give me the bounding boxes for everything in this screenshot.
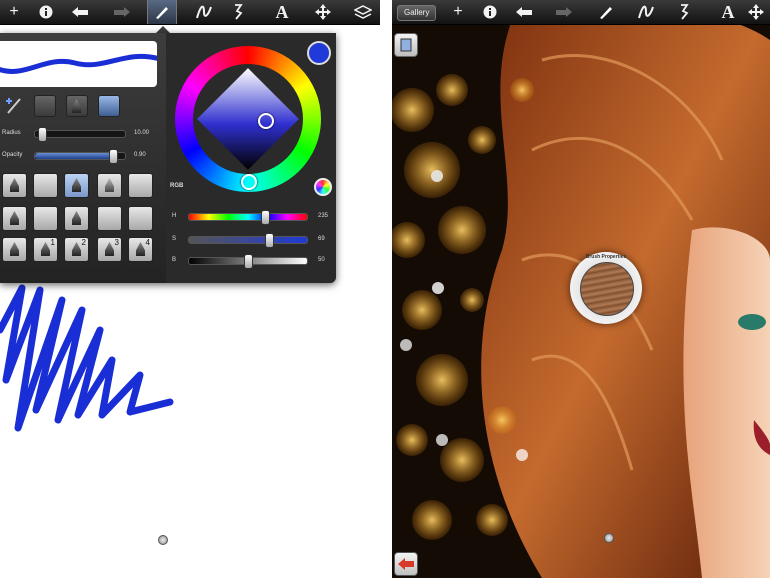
preset-airbrush[interactable] — [2, 206, 27, 231]
right-screen: Gallery + A Brush Properties — [392, 0, 770, 578]
brush-nib-icon[interactable] — [66, 95, 88, 117]
color-mode-label[interactable]: RGB — [170, 183, 183, 189]
brush-tool-icon[interactable] — [147, 0, 177, 24]
saturation-slider-thumb[interactable] — [265, 233, 274, 248]
undo-red-button[interactable] — [394, 552, 418, 576]
stroke-tool-icon[interactable] — [632, 0, 660, 24]
saturation-slider[interactable] — [188, 233, 308, 248]
brush-stroke-preview — [0, 41, 161, 87]
transform-icon[interactable] — [742, 0, 770, 24]
brush-properties-preview — [580, 262, 634, 316]
redo-icon[interactable] — [550, 0, 578, 24]
radius-slider[interactable] — [34, 127, 126, 142]
preset-smudge[interactable] — [33, 206, 58, 231]
preset-pencil[interactable] — [2, 173, 27, 198]
text-tool-icon[interactable]: A — [268, 0, 296, 24]
stroke-tool-icon[interactable] — [190, 0, 218, 24]
info-icon[interactable] — [476, 0, 504, 24]
brightness-label: B — [172, 257, 177, 263]
opacity-slider[interactable] — [34, 149, 126, 164]
left-screen: + A Radius 10.00 Opacity 0.90 1 2 3 4 RG… — [0, 0, 380, 578]
preset-marker[interactable] — [97, 173, 122, 198]
brush-properties-label: Brush Properties — [585, 254, 627, 260]
opacity-value: 0.90 — [134, 152, 146, 158]
color-mode-icon[interactable] — [314, 178, 332, 196]
hue-ring[interactable] — [175, 46, 321, 192]
hue-marker[interactable] — [241, 174, 257, 190]
symmetry-tool-icon[interactable] — [224, 0, 252, 24]
undo-icon[interactable] — [66, 0, 94, 24]
undo-icon[interactable] — [510, 0, 538, 24]
opacity-slider-thumb[interactable] — [109, 149, 118, 164]
preset-custom-2[interactable]: 2 — [64, 237, 89, 262]
brightness-slider-thumb[interactable] — [244, 254, 253, 269]
preset-block[interactable] — [128, 206, 153, 231]
preset-custom-3[interactable]: 3 — [97, 237, 122, 262]
brush-panel: Radius 10.00 Opacity 0.90 1 2 3 4 RGB H … — [0, 33, 336, 283]
transform-icon[interactable] — [309, 0, 337, 24]
add-brush-icon[interactable] — [4, 95, 24, 115]
top-toolbar: Gallery + A — [392, 0, 770, 25]
plus-icon[interactable]: + — [444, 0, 472, 24]
gallery-button[interactable]: Gallery — [397, 5, 437, 21]
opacity-fill — [35, 153, 116, 159]
blue-scribble-stroke — [0, 284, 174, 432]
hue-value: 235 — [318, 213, 329, 219]
symmetry-tool-icon[interactable] — [670, 0, 698, 24]
canvas-position-dot — [604, 533, 614, 543]
saturation-label: S — [172, 236, 177, 242]
preset-custom-0[interactable] — [2, 237, 27, 262]
plus-icon[interactable]: + — [0, 0, 28, 24]
brightness-value: 50 — [318, 257, 325, 263]
radius-label: Radius — [2, 130, 21, 136]
preset-custom-4[interactable]: 4 — [128, 237, 153, 262]
hue-label: H — [172, 213, 177, 219]
preset-chisel[interactable] — [64, 206, 89, 231]
brush-tool-icon[interactable] — [592, 0, 620, 24]
brightness-slider[interactable] — [188, 254, 308, 269]
hue-slider[interactable] — [188, 210, 308, 225]
current-color-swatch[interactable] — [307, 41, 331, 65]
preset-paint-brush[interactable] — [64, 173, 89, 198]
color-marker[interactable] — [258, 113, 274, 129]
preset-ink-pen[interactable] — [33, 173, 58, 198]
preset-eraser[interactable] — [128, 173, 153, 198]
brush-eraser-icon[interactable] — [34, 95, 56, 117]
hue-slider-thumb[interactable] — [261, 210, 270, 225]
opacity-label: Opacity — [2, 152, 23, 158]
brush-copy-icon[interactable] — [98, 95, 120, 117]
info-icon[interactable] — [32, 0, 60, 24]
redo-icon[interactable] — [108, 0, 136, 24]
preset-fill[interactable] — [97, 206, 122, 231]
radius-slider-thumb[interactable] — [38, 127, 47, 142]
brush-properties-puck[interactable]: Brush Properties — [570, 252, 642, 324]
radius-value: 10.00 — [134, 130, 150, 136]
screen-divider — [380, 0, 392, 578]
preset-custom-1[interactable]: 1 — [33, 237, 58, 262]
text-tool-icon[interactable]: A — [714, 0, 742, 24]
color-picker: RGB H 235 S 69 B 50 — [166, 33, 336, 283]
top-toolbar: + A — [0, 0, 380, 25]
saturation-value: 69 — [318, 236, 325, 242]
layers-icon[interactable] — [349, 0, 377, 24]
canvas-position-dot — [158, 535, 168, 545]
layer-thumbnail-button[interactable] — [394, 33, 418, 57]
saturation-brightness-square[interactable] — [197, 68, 299, 170]
